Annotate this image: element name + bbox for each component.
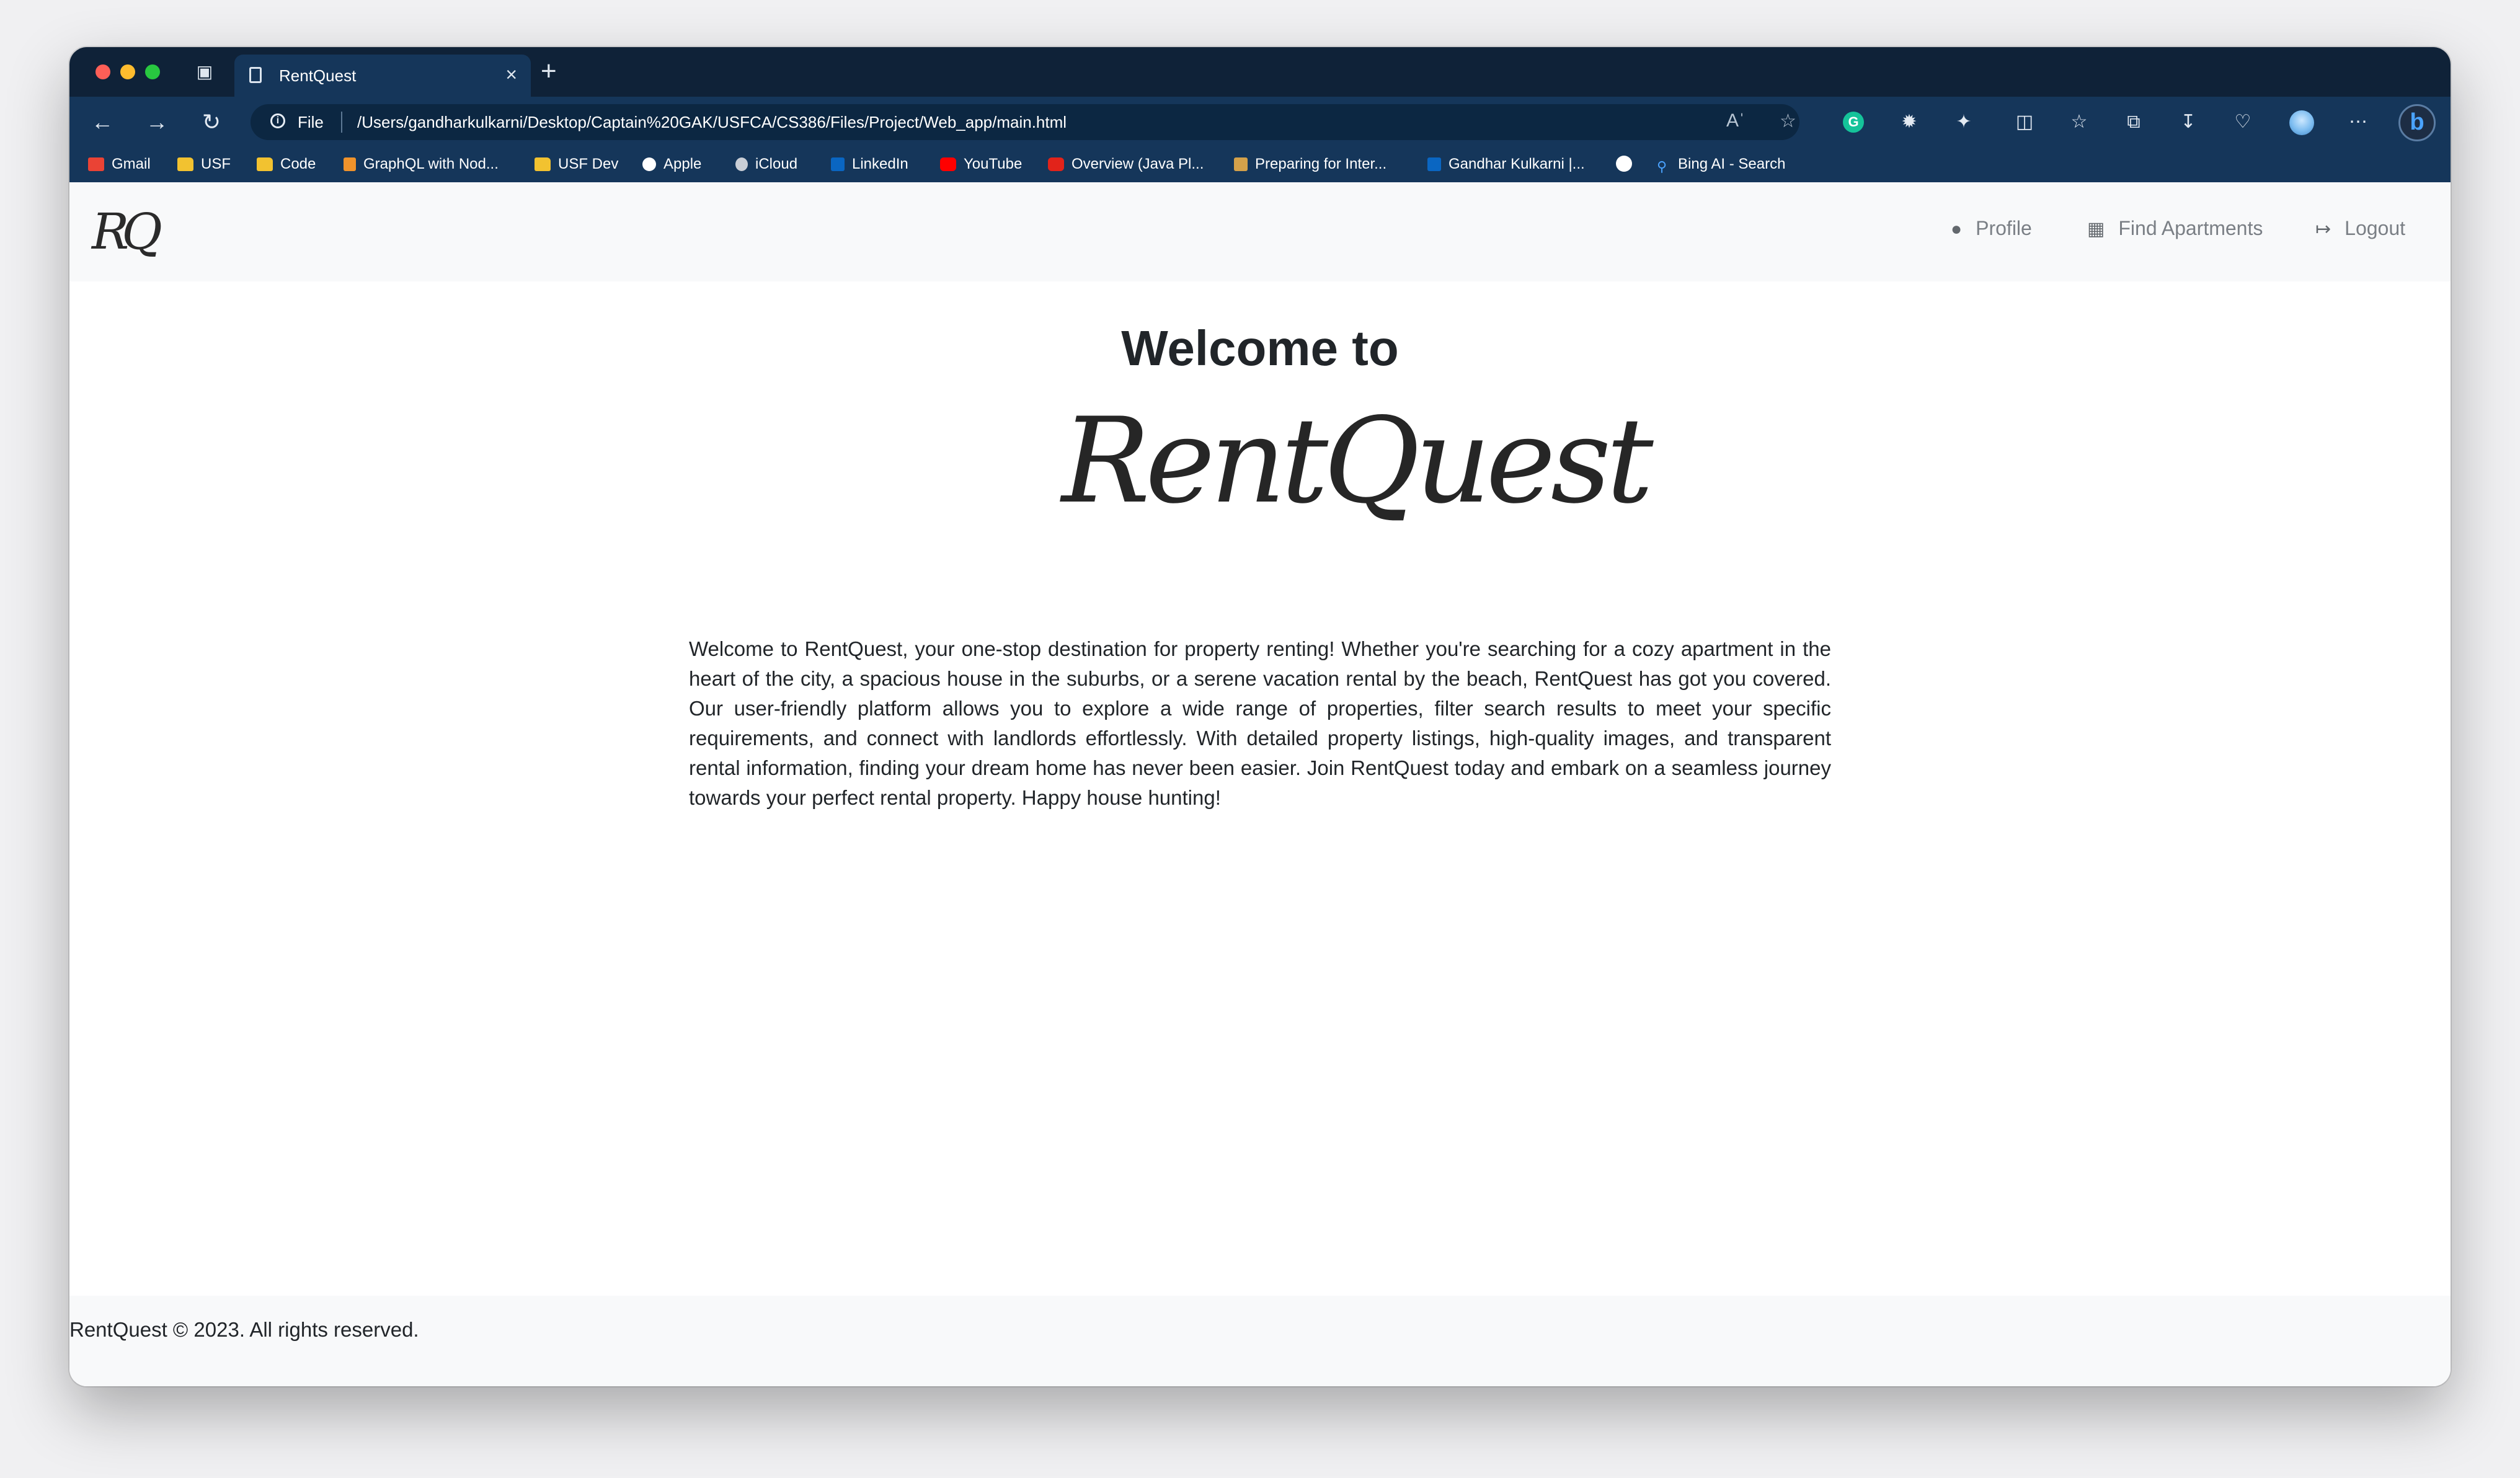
collections-icon[interactable]: ⧉ <box>2119 108 2148 136</box>
linkedin-icon <box>831 157 845 171</box>
split-screen-icon[interactable]: ◫ <box>2010 108 2039 136</box>
forward-icon[interactable]: → <box>143 108 171 136</box>
page-icon <box>249 67 262 83</box>
bookmark-graphql[interactable]: GraphQL with Nod... <box>344 156 499 173</box>
nav-logout-link[interactable]: ↦ Logout <box>2315 217 2405 240</box>
bookmark-label: iCloud <box>755 156 798 172</box>
bookmark-icloud[interactable]: iCloud <box>735 156 797 173</box>
new-tab-button[interactable]: + <box>541 56 557 87</box>
bookmarks-bar: Gmail USF Code GraphQL with Nod... USF D… <box>69 148 2451 182</box>
gmail-icon <box>88 157 104 171</box>
folder-icon <box>535 157 551 171</box>
apple-icon <box>735 157 748 171</box>
bookmark-label: Apple <box>663 156 702 172</box>
nav-profile-link[interactable]: ● Profile <box>1951 217 2032 240</box>
minimize-window-button[interactable] <box>120 64 135 79</box>
bookmark-label: Bing AI - Search <box>1678 156 1786 172</box>
close-window-button[interactable] <box>95 64 110 79</box>
bookmark-label: LinkedIn <box>852 156 908 172</box>
bookmark-gandhar[interactable]: Gandhar Kulkarni |... <box>1427 156 1585 173</box>
back-icon[interactable]: ← <box>88 108 117 136</box>
address-separator <box>341 112 342 133</box>
nav-logout-label: Logout <box>2345 217 2406 239</box>
bookmark-label: Gmail <box>112 156 151 172</box>
tab-actions-icon[interactable]: ▣ <box>191 58 218 86</box>
extensions-icon[interactable]: ✦ <box>1950 108 1978 136</box>
brand-logo[interactable]: RQ <box>92 201 162 263</box>
user-circle-icon: ● <box>1951 219 1963 239</box>
maximize-window-button[interactable] <box>145 64 160 79</box>
read-aloud-icon[interactable]: Aˈ <box>1726 110 1745 131</box>
bookmark-label: Code <box>280 156 316 172</box>
info-icon <box>1616 156 1632 172</box>
hero-title: Welcome to <box>1121 321 1399 376</box>
bing-copilot-icon[interactable]: b <box>2398 104 2436 141</box>
tab-bar: ▣ RentQuest × + <box>69 47 2451 97</box>
browser-essentials-icon[interactable]: ♡ <box>2229 108 2257 136</box>
tab-close-icon[interactable]: × <box>505 63 517 86</box>
footer-copyright: RentQuest © 2023. All rights reserved. <box>69 1318 419 1341</box>
oracle-icon <box>1048 157 1064 171</box>
bookmark-label: Gandhar Kulkarni |... <box>1449 156 1585 172</box>
folder-icon <box>257 157 273 171</box>
rentquest-logo: RentQuest <box>1062 392 1654 529</box>
bookmark-label: YouTube <box>964 156 1023 172</box>
downloads-icon[interactable]: ↧ <box>2174 108 2203 136</box>
bookmark-preparing[interactable]: Preparing for Inter... <box>1234 156 1386 173</box>
nav-profile-label: Profile <box>1976 217 2032 239</box>
building-icon: ▦ <box>2087 219 2105 239</box>
reload-icon[interactable]: ↻ <box>197 108 226 136</box>
bookmark-linkedin[interactable]: LinkedIn <box>831 156 908 173</box>
address-scheme: File <box>298 113 324 131</box>
apple-icon <box>642 157 656 171</box>
site-footer: RentQuest © 2023. All rights reserved. <box>69 1296 2451 1386</box>
bookmark-apple[interactable]: Apple <box>642 156 701 173</box>
linkedin-icon <box>1427 157 1441 171</box>
bookmark-usf[interactable]: USF <box>177 156 231 173</box>
bookmark-gmail[interactable]: Gmail <box>88 156 151 173</box>
address-url[interactable]: /Users/gandharkulkarni/Desktop/Captain%2… <box>357 113 1067 132</box>
bookmark-code[interactable]: Code <box>257 156 316 173</box>
tab-rentquest[interactable]: RentQuest × <box>234 55 531 97</box>
bookmark-label: Preparing for Inter... <box>1255 156 1387 172</box>
bookmark-bing-ai[interactable]: ⚲ Bing AI - Search <box>1657 156 1786 174</box>
bookmark-youtube[interactable]: YouTube <box>940 156 1022 173</box>
folder-icon <box>177 157 193 171</box>
extension-gear-icon[interactable]: ✹ <box>1895 108 1923 136</box>
nav-find-apartments-label: Find Apartments <box>2118 217 2263 239</box>
bookmark-label: USF Dev <box>558 156 619 172</box>
site-navbar: RQ ● Profile ▦ Find Apartments ↦ Logout <box>69 182 2451 281</box>
more-menu-icon[interactable]: ⋯ <box>2344 108 2372 136</box>
bookmark-flag-icon <box>344 157 356 171</box>
bookmark-info[interactable] <box>1616 156 1639 174</box>
web-page: RQ ● Profile ▦ Find Apartments ↦ Logout Wel… <box>69 182 2451 1386</box>
nav-find-apartments-link[interactable]: ▦ Find Apartments <box>2087 217 2263 240</box>
browser-window: ▣ RentQuest × + ← → ↻ i File /Users/gand… <box>69 47 2451 1386</box>
logout-icon: ↦ <box>2315 219 2331 239</box>
intro-paragraph: Welcome to RentQuest, your one-stop dest… <box>689 637 1831 809</box>
grammarly-icon[interactable]: G <box>1843 112 1864 133</box>
browser-toolbar: ← → ↻ i File /Users/gandharkulkarni/Desk… <box>69 97 2451 148</box>
favorites-icon[interactable]: ☆ <box>2065 108 2093 136</box>
bookmark-label: GraphQL with Nod... <box>363 156 499 172</box>
address-bar[interactable]: i File /Users/gandharkulkarni/Desktop/Ca… <box>251 104 1799 140</box>
bookmark-java-overview[interactable]: Overview (Java Pl... <box>1048 156 1204 173</box>
site-info-icon[interactable]: i <box>270 113 285 128</box>
bookmark-label: USF <box>201 156 231 172</box>
bookmark-label: Overview (Java Pl... <box>1071 156 1204 172</box>
favorite-star-icon[interactable]: ☆ <box>1780 110 1796 132</box>
profile-avatar[interactable] <box>2289 110 2314 135</box>
youtube-icon <box>940 157 956 171</box>
bookmark-usf-dev[interactable]: USF Dev <box>535 156 618 173</box>
tab-title: RentQuest <box>279 66 357 85</box>
search-icon: ⚲ <box>1657 159 1667 174</box>
rocket-icon <box>1234 157 1248 171</box>
